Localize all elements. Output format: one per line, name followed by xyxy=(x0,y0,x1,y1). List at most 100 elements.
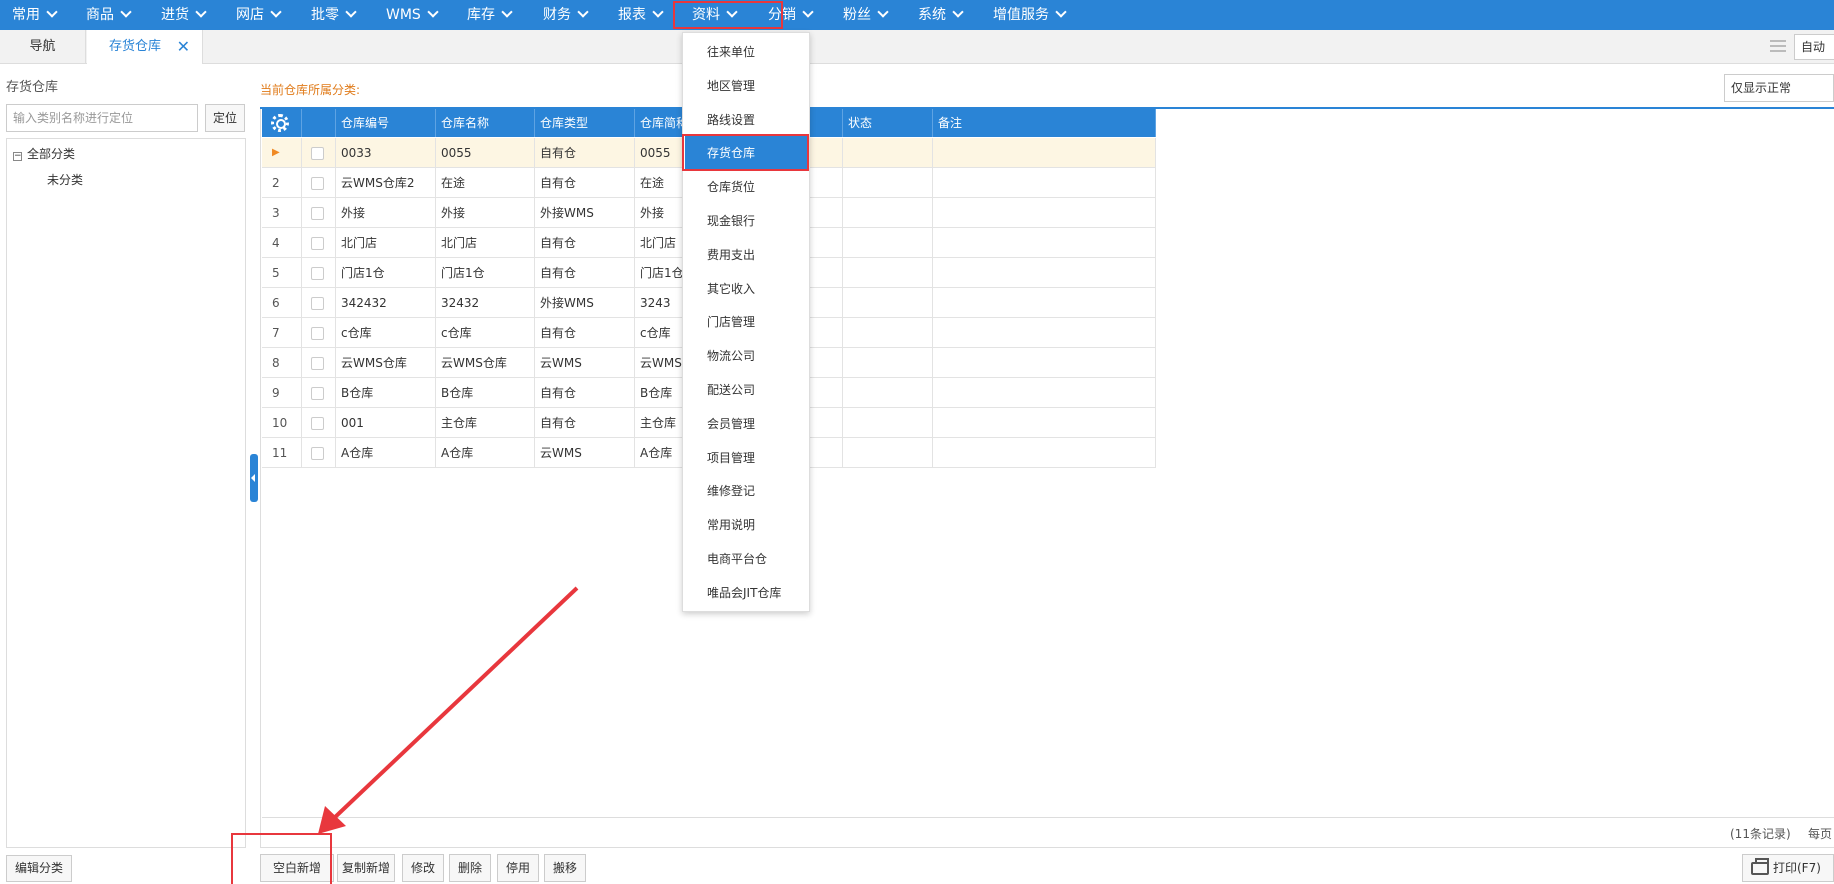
nav-item-reports[interactable]: 报表 xyxy=(618,0,664,30)
category-search-input[interactable]: 输入类别名称进行定位 xyxy=(6,104,198,132)
row-checkbox[interactable] xyxy=(311,177,324,190)
grid-footer-divider xyxy=(262,817,1834,818)
cell-type: 外接WMS xyxy=(535,198,635,228)
row-checkbox[interactable] xyxy=(311,387,324,400)
menu-item[interactable]: 会员管理 xyxy=(683,407,809,441)
column-header-type[interactable]: 仓库类型 xyxy=(535,109,635,137)
menu-item[interactable]: 门店管理 xyxy=(683,305,809,339)
cell-code: B仓库 xyxy=(336,378,436,408)
collapse-icon[interactable]: − xyxy=(13,152,22,161)
cell-status xyxy=(843,198,933,228)
menu-item[interactable]: 配送公司 xyxy=(683,373,809,407)
row-checkbox-cell xyxy=(302,168,336,198)
per-page-label: 每页 xyxy=(1808,827,1833,841)
tab-inventory-warehouse[interactable]: 存货仓库 ✕ xyxy=(87,30,203,64)
tabbar-tools: 自动 xyxy=(1770,34,1834,60)
row-checkbox[interactable] xyxy=(311,267,324,280)
nav-item-fans[interactable]: 粉丝 xyxy=(843,0,889,30)
row-checkbox-cell xyxy=(302,348,336,378)
row-checkbox[interactable] xyxy=(311,297,324,310)
menu-item[interactable]: 仓库货位 xyxy=(683,170,809,204)
cell-type: 自有仓 xyxy=(535,258,635,288)
menu-item[interactable]: 项目管理 xyxy=(683,441,809,475)
cell-type: 自有仓 xyxy=(535,378,635,408)
menu-item[interactable]: 物流公司 xyxy=(683,339,809,373)
nav-item-purchase[interactable]: 进货 xyxy=(161,0,207,30)
panel-collapse-handle[interactable] xyxy=(250,454,258,502)
cell-code: 342432 xyxy=(336,288,436,318)
menu-item[interactable]: 唯品会JIT仓库 xyxy=(683,576,809,610)
row-number: 4 xyxy=(262,228,302,258)
column-header-status[interactable]: 状态 xyxy=(843,109,933,137)
column-header-remark[interactable]: 备注 xyxy=(933,109,1156,137)
row-number: 7 xyxy=(262,318,302,348)
printer-icon xyxy=(1751,858,1769,875)
edit-button[interactable]: 修改 xyxy=(402,854,444,882)
row-checkbox[interactable] xyxy=(311,147,324,160)
row-checkbox[interactable] xyxy=(311,237,324,250)
tree-node-uncategorized[interactable]: 未分类 xyxy=(47,171,83,188)
menu-item[interactable]: 常用说明 xyxy=(683,508,809,542)
locate-button[interactable]: 定位 xyxy=(205,104,245,132)
copy-add-button[interactable]: 复制新增 xyxy=(337,854,395,882)
row-checkbox[interactable] xyxy=(311,207,324,220)
cell-code: 云WMS仓库 xyxy=(336,348,436,378)
column-header-code[interactable]: 仓库编号 xyxy=(336,109,436,137)
nav-item-inventory[interactable]: 库存 xyxy=(467,0,513,30)
cell-status xyxy=(843,438,933,468)
menu-item[interactable]: 往来单位 xyxy=(683,35,809,69)
row-checkbox[interactable] xyxy=(311,327,324,340)
cell-type: 自有仓 xyxy=(535,408,635,438)
chevron-down-icon xyxy=(501,6,513,18)
column-header-name[interactable]: 仓库名称 xyxy=(436,109,535,137)
cell-type: 云WMS xyxy=(535,348,635,378)
nav-item-value-added[interactable]: 增值服务 xyxy=(993,0,1067,30)
tree-node-all[interactable]: − 全部分类 xyxy=(13,145,75,162)
nav-item-retail[interactable]: 批零 xyxy=(311,0,357,30)
row-checkbox[interactable] xyxy=(311,447,324,460)
row-number: 2 xyxy=(262,168,302,198)
menu-item[interactable]: 路线设置 xyxy=(683,103,809,137)
edit-category-button[interactable]: 编辑分类 xyxy=(6,855,72,882)
record-count: (11条记录) xyxy=(1730,827,1791,841)
gear-icon[interactable] xyxy=(271,114,289,132)
close-icon[interactable]: ✕ xyxy=(177,30,190,64)
nav-item-wms[interactable]: WMS xyxy=(386,0,439,30)
status-filter-select[interactable]: 仅显示正常 xyxy=(1724,74,1834,102)
chevron-down-icon xyxy=(877,6,889,18)
cell-remark xyxy=(933,288,1156,318)
cell-name: 外接 xyxy=(436,198,535,228)
cell-name: 云WMS仓库 xyxy=(436,348,535,378)
row-checkbox[interactable] xyxy=(311,357,324,370)
chevron-down-icon xyxy=(46,6,58,18)
menu-item[interactable]: 费用支出 xyxy=(683,238,809,272)
cell-name: 32432 xyxy=(436,288,535,318)
highlight-box-nav xyxy=(673,1,783,29)
print-button[interactable]: 打印(F7) xyxy=(1742,854,1834,882)
menu-item[interactable]: 维修登记 xyxy=(683,474,809,508)
disable-button[interactable]: 停用 xyxy=(497,854,539,882)
chevron-down-icon xyxy=(952,6,964,18)
cell-status xyxy=(843,348,933,378)
move-button[interactable]: 搬移 xyxy=(544,854,586,882)
nav-item-goods[interactable]: 商品 xyxy=(86,0,132,30)
cell-type: 自有仓 xyxy=(535,168,635,198)
cell-code: 门店1仓 xyxy=(336,258,436,288)
nav-item-finance[interactable]: 财务 xyxy=(543,0,589,30)
nav-item-system[interactable]: 系统 xyxy=(918,0,964,30)
cell-status xyxy=(843,168,933,198)
nav-item-webstore[interactable]: 网店 xyxy=(236,0,282,30)
menu-item[interactable]: 现金银行 xyxy=(683,204,809,238)
cell-name: 门店1仓 xyxy=(436,258,535,288)
tab-navigation[interactable]: 导航 xyxy=(0,30,86,64)
chevron-down-icon xyxy=(427,6,439,18)
delete-button[interactable]: 删除 xyxy=(449,854,491,882)
select-all-cell xyxy=(302,109,336,137)
list-icon[interactable] xyxy=(1770,40,1786,52)
menu-item[interactable]: 电商平台仓 xyxy=(683,542,809,576)
menu-item[interactable]: 地区管理 xyxy=(683,69,809,103)
nav-item-common[interactable]: 常用 xyxy=(12,0,58,30)
auto-button[interactable]: 自动 xyxy=(1794,34,1834,60)
row-checkbox[interactable] xyxy=(311,417,324,430)
menu-item[interactable]: 其它收入 xyxy=(683,272,809,306)
